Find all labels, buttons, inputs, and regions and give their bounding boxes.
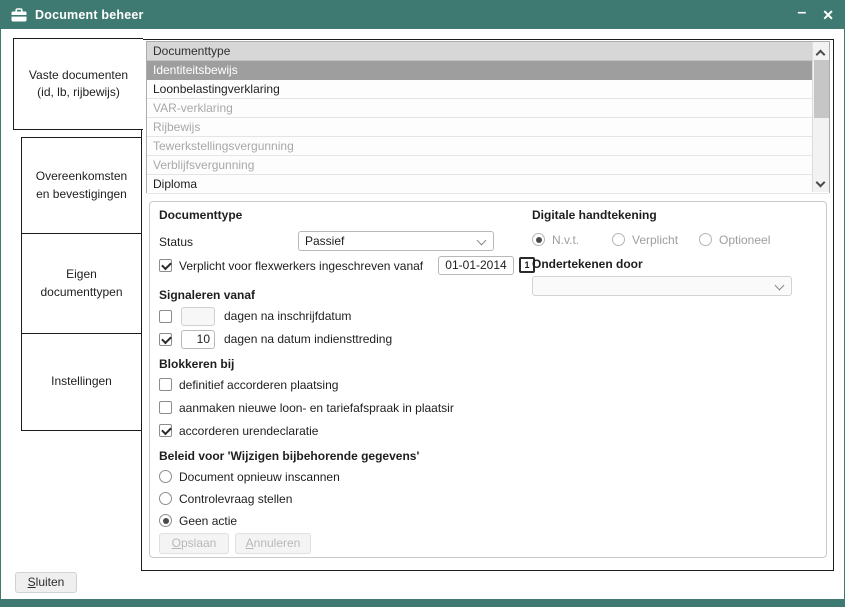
tab-overeenkomsten[interactable]: Overeenkomsten en bevestigingen (21, 137, 142, 234)
radio-verplicht-label: Verplicht (632, 233, 678, 247)
list-item-label: Loonbelastingverklaring (153, 82, 280, 96)
blokkeren-plaatsing-label: definitief accorderen plaatsing (179, 378, 338, 392)
list-item[interactable]: Tewerkstellingsvergunning (147, 137, 829, 156)
scrollbar[interactable] (812, 42, 829, 192)
date-input[interactable]: 01-01-2014 (438, 256, 514, 275)
window-bottom-edge (1, 599, 844, 606)
list-item-label: Tewerkstellingsvergunning (153, 139, 294, 153)
signaleren-inschrijf-checkbox[interactable] (159, 310, 172, 323)
radio-verplicht[interactable] (612, 233, 625, 246)
list-item-label: Rijbewijs (153, 120, 200, 134)
list-header: Documenttype (147, 42, 829, 61)
signaleren-indienst-days-input[interactable]: 10 (181, 330, 215, 349)
verplicht-label: Verplicht voor flexwerkers ingeschreven … (179, 259, 423, 273)
blokkeren-plaatsing-checkbox[interactable] (159, 378, 172, 391)
document-settings-panel: Documenttype Status Passief Verplicht vo… (149, 201, 827, 558)
ondertekenen-door-label: Ondertekenen door (532, 257, 643, 271)
status-dropdown-value: Passief (305, 234, 344, 248)
blokkeren-urendeclaratie-label: accorderen urendeclaratie (179, 424, 318, 438)
radio-optioneel-label: Optioneel (719, 233, 770, 247)
ondertekenen-door-dropdown[interactable] (532, 276, 792, 296)
list-item[interactable]: Diploma (147, 175, 829, 194)
window-title: Document beheer (35, 8, 144, 22)
signaleren-indienst-checkbox[interactable] (159, 333, 172, 346)
section-heading-documenttype: Documenttype (159, 208, 242, 222)
signaleren-inschrijf-days-input[interactable] (181, 307, 215, 326)
list-item[interactable]: Identiteitsbewijs (147, 61, 829, 80)
scroll-down-icon[interactable] (817, 180, 825, 188)
verplicht-checkbox[interactable] (159, 259, 172, 272)
briefcase-icon (11, 8, 27, 22)
titlebar: Document beheer – ✕ (1, 1, 844, 29)
beleid-controlevraag-radio[interactable] (159, 492, 172, 505)
beleid-inscannen-label: Document opnieuw inscannen (179, 470, 340, 484)
opslaan-button[interactable]: Opslaan (159, 533, 229, 554)
document-beheer-window: Document beheer – ✕ Vaste documenten (id… (0, 0, 845, 607)
chevron-down-icon (775, 281, 785, 291)
signaleren-inschrijf-label: dagen na inschrijfdatum (224, 309, 351, 323)
section-heading-beleid: Beleid voor 'Wijzigen bijbehorende gegev… (159, 449, 419, 463)
status-label: Status (159, 235, 193, 249)
beleid-controlevraag-label: Controlevraag stellen (179, 492, 292, 506)
list-item-label: Verblijfsvergunning (153, 158, 254, 172)
section-heading-blokkeren: Blokkeren bij (159, 357, 234, 371)
list-item[interactable]: VAR-verklaring (147, 99, 829, 118)
close-icon[interactable]: ✕ (822, 8, 834, 22)
chevron-down-icon (477, 236, 487, 246)
beleid-geen-actie-radio[interactable] (159, 514, 172, 527)
radio-optioneel[interactable] (699, 233, 712, 246)
list-item-label: Diploma (153, 177, 197, 191)
minimize-icon[interactable]: – (797, 5, 806, 25)
list-item-label: VAR-verklaring (153, 101, 233, 115)
signaleren-indienst-label: dagen na datum indiensttreding (224, 332, 392, 346)
radio-nvt-label: N.v.t. (552, 233, 579, 247)
beleid-inscannen-radio[interactable] (159, 470, 172, 483)
list-item-label: Identiteitsbewijs (153, 63, 238, 77)
section-heading-signaleren: Signaleren vanaf (159, 288, 255, 302)
tab-vaste-documenten[interactable]: Vaste documenten (id, lb, rijbewijs) (13, 38, 143, 130)
beleid-geen-actie-label: Geen actie (179, 514, 237, 528)
radio-nvt[interactable] (532, 233, 545, 246)
list-item[interactable]: Rijbewijs (147, 118, 829, 137)
blokkeren-tariefafspraak-checkbox[interactable] (159, 401, 172, 414)
status-dropdown[interactable]: Passief (298, 231, 494, 251)
tab-instellingen[interactable]: Instellingen (21, 333, 142, 431)
scroll-up-icon[interactable] (817, 48, 825, 56)
annuleren-button[interactable]: Annuleren (235, 533, 311, 554)
blokkeren-urendeclaratie-checkbox[interactable] (159, 424, 172, 437)
section-heading-digitale-handtekening: Digitale handtekening (532, 208, 657, 222)
sluiten-button[interactable]: Sluiten (15, 572, 77, 593)
scroll-thumb[interactable] (814, 60, 829, 118)
list-item[interactable]: Loonbelastingverklaring (147, 80, 829, 99)
tab-eigen-documenttypen[interactable]: Eigen documenttypen (21, 233, 142, 334)
documenttype-list: Documenttype Identiteitsbewijs Loonbelas… (146, 41, 830, 193)
blokkeren-tariefafspraak-label: aanmaken nieuwe loon- en tariefafspraak … (179, 401, 454, 415)
list-item[interactable]: Verblijfsvergunning (147, 156, 829, 175)
